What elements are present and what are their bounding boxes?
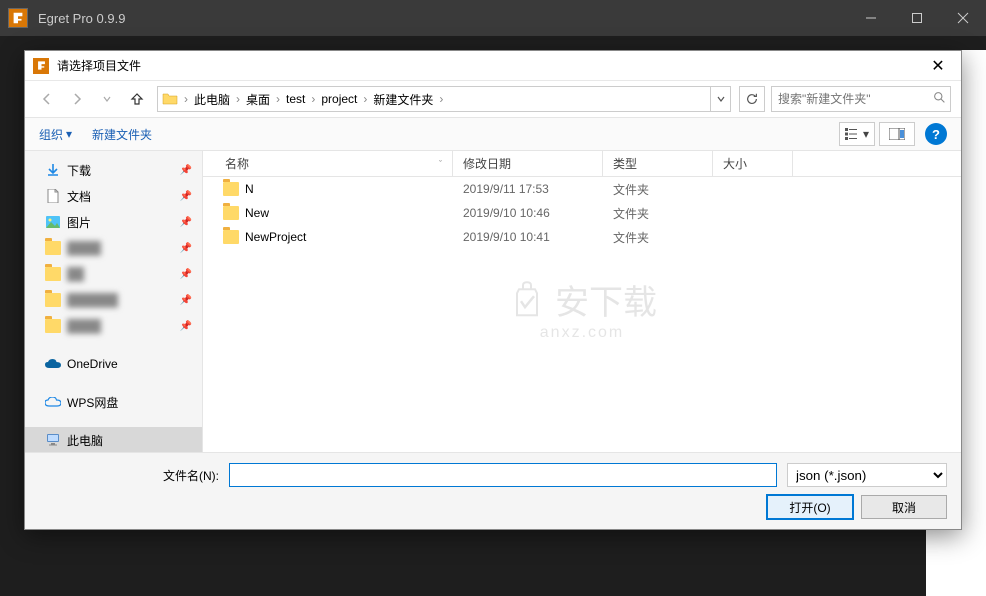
pin-icon: 📌: [180, 165, 192, 176]
breadcrumb-item[interactable]: 新建文件夹: [367, 87, 439, 111]
sidebar-item-folder[interactable]: ██📌: [25, 261, 202, 287]
file-name: NewProject: [245, 230, 306, 244]
breadcrumb-item[interactable]: test: [280, 87, 311, 111]
document-icon: [45, 188, 61, 204]
folder-icon: [223, 182, 239, 196]
pin-icon: 📌: [180, 243, 192, 254]
cancel-button[interactable]: 取消: [861, 495, 947, 519]
view-mode-button[interactable]: ▾: [839, 122, 875, 146]
folder-icon: [45, 240, 61, 256]
sidebar-item-documents[interactable]: 文档📌: [25, 183, 202, 209]
sort-icon: ˇ: [439, 159, 442, 169]
pc-icon: [45, 432, 61, 448]
file-date: 2019/9/11 17:53: [453, 182, 603, 196]
cloud-icon: [45, 394, 61, 410]
dialog-footer: 文件名(N): json (*.json) 打开(O) 取消: [25, 452, 961, 529]
file-row[interactable]: N 2019/9/11 17:53文件夹: [203, 177, 961, 201]
toolbar: 组织 ▾ 新建文件夹 ▾ ?: [25, 117, 961, 151]
file-date: 2019/9/10 10:46: [453, 206, 603, 220]
sidebar-item-folder[interactable]: ██████📌: [25, 287, 202, 313]
column-date[interactable]: 修改日期: [453, 151, 603, 176]
sidebar-item-pictures[interactable]: 图片📌: [25, 209, 202, 235]
file-type: 文件夹: [603, 205, 713, 222]
folder-icon: [45, 292, 61, 308]
dialog-icon: [33, 58, 49, 74]
minimize-button[interactable]: [848, 0, 894, 36]
app-title: Egret Pro 0.9.9: [38, 11, 848, 26]
folder-icon: [223, 230, 239, 244]
pin-icon: 📌: [180, 269, 192, 280]
chevron-down-icon: ▾: [66, 127, 72, 141]
file-row[interactable]: NewProject 2019/9/10 10:41文件夹: [203, 225, 961, 249]
dialog-close-button[interactable]: ✕: [923, 56, 953, 76]
filename-label: 文件名(N):: [39, 467, 219, 484]
file-name: New: [245, 206, 269, 220]
breadcrumb[interactable]: › 此电脑 › 桌面 › test › project › 新建文件夹 ›: [157, 86, 731, 112]
nav-forward-button[interactable]: [65, 87, 89, 111]
close-button[interactable]: [940, 0, 986, 36]
download-icon: [45, 162, 61, 178]
search-box[interactable]: [771, 86, 951, 112]
watermark: 安下载 anxz.com: [507, 275, 657, 342]
navigation-row: › 此电脑 › 桌面 › test › project › 新建文件夹 ›: [25, 81, 961, 117]
dialog-titlebar: 请选择项目文件 ✕: [25, 51, 961, 81]
sidebar-item-wps[interactable]: WPS网盘: [25, 389, 202, 415]
sidebar: 下载📌 文档📌 图片📌 ████📌 ██📌 ██████📌 ████📌 OneD…: [25, 151, 203, 452]
app-titlebar: Egret Pro 0.9.9: [0, 0, 986, 36]
nav-recent-button[interactable]: [95, 87, 119, 111]
preview-pane-button[interactable]: [879, 122, 915, 146]
sidebar-item-onedrive[interactable]: OneDrive: [25, 351, 202, 377]
refresh-button[interactable]: [739, 86, 765, 112]
app-icon: [8, 8, 28, 28]
file-type: 文件夹: [603, 181, 713, 198]
sidebar-item-downloads[interactable]: 下载📌: [25, 157, 202, 183]
file-row[interactable]: New 2019/9/10 10:46文件夹: [203, 201, 961, 225]
dialog-title: 请选择项目文件: [57, 57, 923, 74]
nav-back-button[interactable]: [35, 87, 59, 111]
organize-menu[interactable]: 组织 ▾: [39, 126, 72, 143]
file-list: 名称 ˇ 修改日期 类型 大小 N2019/9/11 17:53文件夹New20…: [203, 151, 961, 452]
folder-icon: [45, 318, 61, 334]
pin-icon: 📌: [180, 295, 192, 306]
sidebar-item-thispc[interactable]: 此电脑: [25, 427, 202, 452]
open-button[interactable]: 打开(O): [767, 495, 853, 519]
sidebar-item-folder[interactable]: ████📌: [25, 313, 202, 339]
search-input[interactable]: [778, 92, 933, 106]
file-date: 2019/9/10 10:41: [453, 230, 603, 244]
cloud-icon: [45, 356, 61, 372]
nav-up-button[interactable]: [125, 87, 149, 111]
file-type: 文件夹: [603, 229, 713, 246]
folder-icon: [162, 90, 180, 108]
breadcrumb-item[interactable]: 桌面: [240, 87, 276, 111]
search-icon: [933, 91, 946, 107]
column-type[interactable]: 类型: [603, 151, 713, 176]
folder-icon: [45, 266, 61, 282]
filename-input[interactable]: [229, 463, 777, 487]
pin-icon: 📌: [180, 191, 192, 202]
folder-icon: [223, 206, 239, 220]
chevron-right-icon: ›: [439, 92, 443, 106]
breadcrumb-item[interactable]: 此电脑: [188, 87, 236, 111]
new-folder-button[interactable]: 新建文件夹: [92, 126, 152, 143]
column-name[interactable]: 名称 ˇ: [203, 151, 453, 176]
maximize-button[interactable]: [894, 0, 940, 36]
pin-icon: 📌: [180, 321, 192, 332]
picture-icon: [45, 214, 61, 230]
pin-icon: 📌: [180, 217, 192, 228]
file-list-header: 名称 ˇ 修改日期 类型 大小: [203, 151, 961, 177]
file-open-dialog: 请选择项目文件 ✕ › 此电脑 › 桌面 › test › project ›: [24, 50, 962, 530]
breadcrumb-dropdown[interactable]: [710, 87, 730, 111]
help-button[interactable]: ?: [925, 123, 947, 145]
filetype-select[interactable]: json (*.json): [787, 463, 947, 487]
file-name: N: [245, 182, 254, 196]
column-size[interactable]: 大小: [713, 151, 793, 176]
breadcrumb-item[interactable]: project: [315, 87, 363, 111]
sidebar-item-folder[interactable]: ████📌: [25, 235, 202, 261]
